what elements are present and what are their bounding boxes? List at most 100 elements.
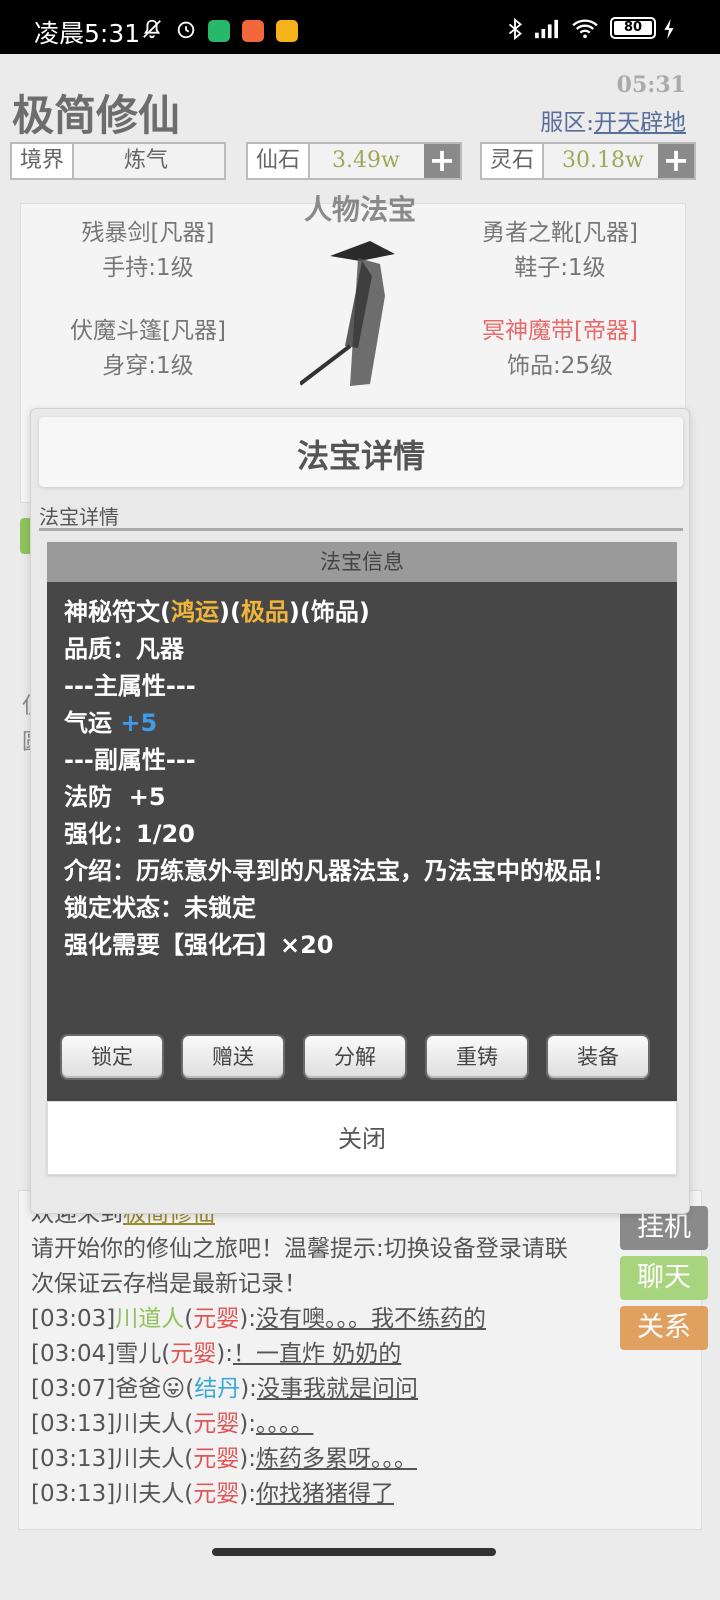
msg-realm: 元婴 (170, 1341, 217, 1367)
enhance-requirement: 强化需要【强化石】×20 (64, 931, 334, 959)
gift-button[interactable]: 赠送 (181, 1034, 285, 1080)
equip-slot-weapon[interactable]: 残暴剑[凡器] 手持:1级 (28, 216, 268, 286)
lingshi-value: 30.18w (562, 148, 644, 173)
msg-realm: 元婴 (193, 1411, 240, 1437)
msg-text: 没事我就是问问 (256, 1376, 418, 1402)
server-label: 服区: (540, 110, 594, 136)
server-name-link[interactable]: 开天辟地 (594, 110, 686, 136)
modal-subtitle: 法宝详情 (39, 505, 119, 529)
game-clock: 05:31 (616, 72, 686, 98)
msg-user[interactable]: 川道人 (115, 1306, 184, 1332)
server-info: 服区:开天辟地 (540, 103, 686, 137)
equip-detail: 鞋子:1级 (514, 255, 606, 281)
chat-message: [03:13]川夫人(元婴):。。。。 (31, 1411, 314, 1437)
item-tag-luck: 鸿运 (170, 598, 219, 626)
chat-tip: 请开始你的修仙之旅吧！温馨提示:切换设备登录请联 (31, 1236, 568, 1262)
msg-time: [03:03] (31, 1306, 116, 1332)
chat-messages: 欢迎来到极简修仙 请开始你的修仙之旅吧！温馨提示:切换设备登录请联 次保证云存档… (31, 1197, 631, 1512)
equip-button[interactable]: 装备 (546, 1034, 650, 1080)
msg-user[interactable]: 雪儿 (115, 1341, 161, 1367)
alarm-icon (177, 21, 195, 39)
equip-slot-accessory[interactable]: 冥神魔带[帝器] 饰品:25级 (440, 314, 680, 384)
app-game-icon (276, 20, 298, 42)
bluetooth-icon (508, 18, 522, 40)
signal-icon (535, 19, 558, 39)
action-buttons: 锁定 赠送 分解 重铸 装备 (60, 1034, 664, 1082)
realm-stat: 境界 炼气 (10, 142, 226, 180)
equip-detail: 饰品:25级 (506, 353, 613, 379)
lock-state: 锁定状态：未锁定 (64, 894, 256, 922)
navigation-bar (0, 1535, 720, 1600)
info-body: 神秘符文(鸿运)(极品)(饰品) 品质：凡器 ---主属性--- 气运 +5 -… (64, 594, 654, 964)
xianshi-value: 3.49w (332, 148, 400, 173)
msg-time: [03:04] (31, 1341, 116, 1367)
equip-detail: 身穿:1级 (102, 353, 194, 379)
main-attr-value: +5 (120, 709, 158, 737)
msg-text: 。。。。 (255, 1411, 314, 1437)
recast-button[interactable]: 重铸 (425, 1034, 529, 1080)
app-shield-icon (208, 20, 230, 42)
wifi-icon (572, 19, 598, 39)
msg-text: 你找猪猪得了 (255, 1481, 394, 1507)
msg-text: 没有噢。。。我不练药的 (255, 1306, 486, 1332)
enhance-level: 强化：1/20 (64, 820, 195, 848)
app-title: 极简修仙 (12, 91, 181, 140)
home-gesture-bar[interactable] (212, 1548, 496, 1556)
msg-user[interactable]: 川夫人 (115, 1446, 184, 1472)
chat-message: [03:13]川夫人(元婴):炼药多累呀。。。 (31, 1446, 417, 1472)
main-attr: 气运 +5 (64, 705, 654, 742)
info-header: 法宝信息 (47, 542, 677, 582)
msg-realm: 结丹 (194, 1376, 241, 1402)
chat-button[interactable]: 聊天 (620, 1256, 708, 1300)
item-intro: 介绍：历练意外寻到的凡器法宝，乃法宝中的极品！ (64, 857, 616, 885)
xianshi-label: 仙石 (248, 144, 311, 178)
item-name-line: 神秘符文(鸿运)(极品)(饰品) (64, 594, 654, 631)
msg-time: [03:13] (31, 1446, 116, 1472)
main-attr-name: 气运 (64, 709, 112, 737)
chat-message: [03:07]爸爸😛(结丹):没事我就是问问 (31, 1376, 418, 1402)
chat-message: [03:04]雪儿(元婴):！一直炸 奶奶的 (31, 1341, 402, 1367)
equip-detail: 手持:1级 (102, 255, 194, 281)
xianshi-stat: 仙石 3.49w + (246, 142, 462, 180)
msg-user[interactable]: 爸爸😛 (115, 1376, 185, 1402)
realm-value: 炼气 (124, 148, 169, 173)
realm-label: 境界 (12, 144, 75, 178)
item-name: 神秘符文( (64, 598, 171, 626)
modal-header: 法宝详情 (39, 417, 683, 487)
relation-button[interactable]: 关系 (620, 1306, 708, 1350)
modal-divider (39, 528, 683, 531)
chat-message: [03:13]川夫人(元婴):你找猪猪得了 (31, 1481, 394, 1507)
close-button[interactable]: 关闭 (47, 1101, 677, 1175)
msg-text: ！一直炸 奶奶的 (232, 1341, 402, 1367)
msg-realm: 元婴 (193, 1446, 240, 1472)
lingshi-stat: 灵石 30.18w + (480, 142, 696, 180)
lingshi-add-button[interactable]: + (658, 144, 694, 178)
item-tag-grade: 极品 (240, 598, 289, 626)
msg-realm: 元婴 (193, 1306, 240, 1332)
chat-tip-cont: 次保证云存档是最新记录！ (31, 1271, 307, 1297)
equip-name: 冥神魔带[帝器] (482, 318, 638, 344)
character-figure-image (300, 241, 395, 386)
decompose-button[interactable]: 分解 (303, 1034, 407, 1080)
chat-message: [03:03]川道人(元婴):没有噢。。。我不练药的 (31, 1306, 486, 1332)
modal-title: 法宝详情 (296, 437, 425, 475)
msg-user[interactable]: 川夫人 (115, 1481, 184, 1507)
msg-user[interactable]: 川夫人 (115, 1411, 184, 1437)
lock-button[interactable]: 锁定 (60, 1034, 164, 1080)
battery-level: 80 (623, 20, 643, 35)
equip-slot-shoes[interactable]: 勇者之靴[凡器] 鞋子:1级 (440, 216, 680, 286)
item-quality: 品质：凡器 (64, 635, 184, 663)
msg-text: 炼药多累呀。。。 (255, 1446, 417, 1472)
equip-slot-armor[interactable]: 伏魔斗篷[凡器] 身穿:1级 (28, 314, 268, 384)
status-bar: 凌晨5:31 80 (0, 0, 720, 54)
charging-icon (664, 18, 674, 40)
sub-attr: 法防 +5 (64, 783, 166, 811)
xianshi-add-button[interactable]: + (424, 144, 460, 178)
equip-name: 伏魔斗篷[凡器] (70, 318, 226, 344)
item-sep: )( (218, 598, 241, 626)
chat-panel: 欢迎来到极简修仙 请开始你的修仙之旅吧！温馨提示:切换设备登录请联 次保证云存档… (18, 1190, 702, 1530)
battery-icon: 80 (610, 17, 656, 39)
msg-realm: 元婴 (193, 1481, 240, 1507)
equip-name: 勇者之靴[凡器] (482, 220, 638, 246)
main-attr-header: ---主属性--- (64, 672, 196, 700)
